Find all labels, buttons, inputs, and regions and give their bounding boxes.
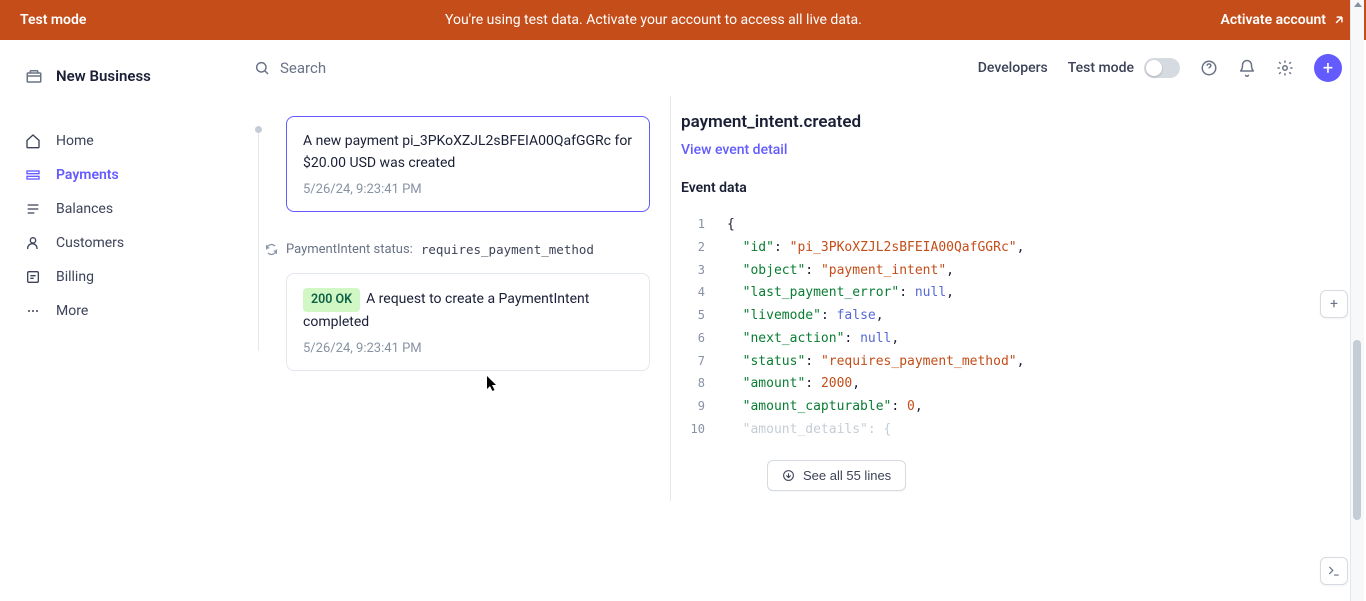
code-line-content: "next_action": null, <box>727 328 899 351</box>
line-number: 2 <box>681 237 727 260</box>
business-switcher[interactable]: New Business <box>0 58 240 104</box>
event-title: 200 OKA request to create a PaymentInten… <box>303 288 633 333</box>
search-icon <box>254 60 270 76</box>
billing-icon <box>24 268 42 286</box>
event-data-heading: Event data <box>681 180 1346 196</box>
code-line-content: "last_payment_error": null, <box>727 282 954 305</box>
timeline-connector <box>258 126 259 351</box>
banner-mode-label: Test mode <box>20 12 86 28</box>
vertical-scrollbar[interactable] <box>1350 0 1364 601</box>
line-number: 4 <box>681 282 727 305</box>
status-badge: 200 OK <box>303 288 360 311</box>
event-card-payment-created[interactable]: A new payment pi_3PKoXZJL2sBFEIA00QafGGR… <box>286 116 650 212</box>
banner-message: You're using test data. Activate your ac… <box>86 12 1220 28</box>
status-value: requires_payment_method <box>421 242 594 257</box>
test-mode-label: Test mode <box>1068 60 1134 76</box>
timeline-dot <box>255 126 262 133</box>
settings-icon[interactable] <box>1276 59 1294 77</box>
view-event-detail-link[interactable]: View event detail <box>681 142 1346 158</box>
topbar: Search Developers Test mode + <box>240 40 1366 96</box>
developers-link[interactable]: Developers <box>978 60 1048 76</box>
expand-icon <box>782 469 795 482</box>
event-card-request-completed[interactable]: 200 OKA request to create a PaymentInten… <box>286 273 650 371</box>
nav-label: Billing <box>56 269 94 285</box>
search-input[interactable]: Search <box>254 59 958 77</box>
nav-item-more[interactable]: More <box>0 294 240 328</box>
see-all-lines-button[interactable]: See all 55 lines <box>767 460 906 491</box>
code-line-content: { <box>727 214 735 237</box>
nav-item-balances[interactable]: Balances <box>0 192 240 226</box>
search-placeholder: Search <box>280 59 326 77</box>
customers-icon <box>24 234 42 252</box>
balances-icon <box>24 200 42 218</box>
code-line-content: "object": "payment_intent", <box>727 260 954 283</box>
plus-icon: + <box>1330 296 1338 312</box>
create-button[interactable]: + <box>1314 54 1342 82</box>
test-mode-toggle[interactable] <box>1144 58 1180 78</box>
home-icon <box>24 132 42 150</box>
line-number: 10 <box>681 419 727 442</box>
nav-label: Home <box>56 133 94 149</box>
code-line-content: "id": "pi_3PKoXZJL2sBFEIA00QafGGRc", <box>727 237 1024 260</box>
nav-label: Balances <box>56 201 113 217</box>
refresh-icon <box>264 243 278 257</box>
nav: Home Payments Balances Customers Billing <box>0 104 240 328</box>
payments-icon <box>24 166 42 184</box>
plus-icon: + <box>1323 58 1333 79</box>
event-time: 5/26/24, 9:23:41 PM <box>303 182 633 197</box>
activate-account-link[interactable]: Activate account <box>1220 12 1346 28</box>
terminal-icon <box>1327 564 1341 578</box>
vertical-divider <box>670 96 671 501</box>
event-time: 5/26/24, 9:23:41 PM <box>303 341 633 356</box>
scrollbar-thumb[interactable] <box>1353 340 1361 520</box>
floating-add-button[interactable]: + <box>1320 290 1348 318</box>
line-number: 7 <box>681 351 727 374</box>
business-icon <box>24 66 44 86</box>
floating-cli-button[interactable] <box>1320 557 1348 585</box>
line-number: 6 <box>681 328 727 351</box>
event-title: A new payment pi_3PKoXZJL2sBFEIA00QafGGR… <box>303 131 633 174</box>
notifications-icon[interactable] <box>1238 59 1256 77</box>
see-all-label: See all 55 lines <box>803 468 891 483</box>
nav-item-payments[interactable]: Payments <box>0 158 240 192</box>
code-line-content: "amount_capturable": 0, <box>727 396 923 419</box>
activate-account-label: Activate account <box>1220 12 1326 28</box>
more-icon <box>24 302 42 320</box>
event-type-title: payment_intent.created <box>681 112 1346 132</box>
nav-item-customers[interactable]: Customers <box>0 226 240 260</box>
event-detail-panel: payment_intent.created View event detail… <box>681 96 1366 601</box>
code-line-content: "amount_details": { <box>727 419 891 442</box>
nav-label: Payments <box>56 167 119 183</box>
line-number: 9 <box>681 396 727 419</box>
external-link-icon <box>1332 13 1346 27</box>
status-label: PaymentIntent status: <box>286 242 413 257</box>
sidebar: New Business Home Payments Balances Cus <box>0 40 240 601</box>
nav-label: Customers <box>56 235 124 251</box>
code-line-content: "livemode": false, <box>727 305 884 328</box>
payment-intent-status-row: PaymentIntent status: requires_payment_m… <box>264 228 650 273</box>
code-line-content: "status": "requires_payment_method", <box>727 351 1024 374</box>
test-mode-banner: Test mode You're using test data. Activa… <box>0 0 1366 40</box>
nav-item-home[interactable]: Home <box>0 124 240 158</box>
business-name: New Business <box>56 67 151 85</box>
line-number: 3 <box>681 260 727 283</box>
nav-label: More <box>56 303 88 319</box>
line-number: 1 <box>681 214 727 237</box>
help-icon[interactable] <box>1200 59 1218 77</box>
line-number: 5 <box>681 305 727 328</box>
code-line-content: "amount": 2000, <box>727 373 860 396</box>
event-timeline: A new payment pi_3PKoXZJL2sBFEIA00QafGGR… <box>240 96 650 601</box>
nav-item-billing[interactable]: Billing <box>0 260 240 294</box>
line-number: 8 <box>681 373 727 396</box>
event-data-code: 1{2 "id": "pi_3PKoXZJL2sBFEIA00QafGGRc",… <box>681 214 1346 442</box>
